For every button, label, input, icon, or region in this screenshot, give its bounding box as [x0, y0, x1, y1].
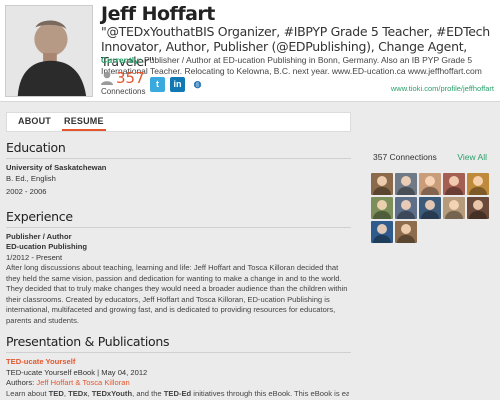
connection-avatar[interactable] [419, 173, 441, 195]
term-tedx: TEDx [68, 388, 88, 398]
publication-meta: TED-ucate Yourself eBook | May 04, 2012 [6, 367, 148, 377]
connection-avatar[interactable] [371, 173, 393, 195]
connection-avatar[interactable] [371, 221, 393, 243]
connection-avatar[interactable] [371, 197, 393, 219]
website-icon[interactable]: ◍ [190, 77, 205, 92]
learn-prefix: Learn about [6, 388, 49, 398]
twitter-icon[interactable]: t [150, 77, 165, 92]
connection-thumbnails [371, 173, 495, 243]
profile-tabs: ABOUT RESUME [6, 112, 351, 132]
current-position: Currently: Publisher / Author at ED-ucat… [101, 55, 493, 77]
connections-label: Connections [101, 87, 146, 96]
connection-avatar[interactable] [443, 197, 465, 219]
authors-link[interactable]: Jeff Hoffart & Tosca Killoran [36, 378, 129, 387]
connections-panel: 357 Connections View All [365, 148, 493, 243]
authors-label: Authors: [6, 378, 37, 387]
connection-avatar[interactable] [467, 173, 489, 195]
divider [6, 158, 351, 159]
publication-description: Learn about TED, TEDx, TEDxYouth, and th… [6, 389, 349, 400]
education-school: University of Saskatchewan [6, 163, 107, 172]
profile-url-link[interactable]: www.tioki.com/profile/jeffhoffart [391, 84, 494, 93]
connection-avatar[interactable] [419, 197, 441, 219]
experience-org: ED-ucation Publishing [6, 242, 87, 251]
connection-avatar[interactable] [395, 221, 417, 243]
publication-authors: Authors: Jeff Hoffart & Tosca Killoran [6, 378, 351, 389]
publications-heading: Presentation & Publications [6, 334, 170, 349]
experience-role: Publisher / Author [6, 231, 72, 241]
education-dates: 2002 - 2006 [6, 187, 47, 196]
divider [6, 226, 351, 228]
connection-avatar[interactable] [395, 173, 417, 195]
avatar-photo [6, 6, 92, 96]
connections-count: 357 [116, 69, 145, 87]
experience-heading: Experience [6, 208, 73, 224]
linkedin-icon[interactable]: in [170, 77, 185, 92]
currently-label: Currently: [101, 55, 142, 65]
currently-text: Publisher / Author at ED-ucation Publish… [101, 55, 482, 76]
connection-avatar[interactable] [443, 173, 465, 195]
connections-heading: 357 Connections [373, 152, 437, 162]
publication-title-link[interactable]: TED-ucate Yourself [6, 357, 351, 368]
tab-resume[interactable]: RESUME [62, 116, 106, 131]
view-all-link[interactable]: View All [457, 152, 487, 162]
experience-dates: 1/2012 - Present [6, 252, 63, 262]
connection-avatar[interactable] [395, 197, 417, 219]
divider [6, 352, 351, 353]
term-separator: , and the [132, 388, 164, 398]
profile-header: Jeff Hoffart "@TEDxYouthatBIS Organizer,… [0, 0, 500, 102]
learn-suffix: initiatives through this eBook. This eBo… [191, 388, 349, 398]
connection-avatar[interactable] [467, 197, 489, 219]
profile-name: Jeff Hoffart [101, 3, 215, 25]
resume-content: Education University of Saskatchewan B. … [6, 140, 351, 400]
connections-summary[interactable]: 357 Connections [101, 69, 151, 98]
term-ted: TED [48, 388, 64, 398]
experience-description: After long discussions about teaching, l… [6, 263, 348, 325]
term-ted-ed: TED-Ed [163, 388, 192, 398]
term-tedxyouth: TEDxYouth [91, 388, 133, 398]
education-degree: B. Ed., English [6, 173, 56, 183]
person-icon [101, 71, 113, 85]
avatar[interactable] [5, 5, 93, 97]
education-heading: Education [6, 140, 66, 155]
tab-about[interactable]: ABOUT [18, 116, 51, 126]
